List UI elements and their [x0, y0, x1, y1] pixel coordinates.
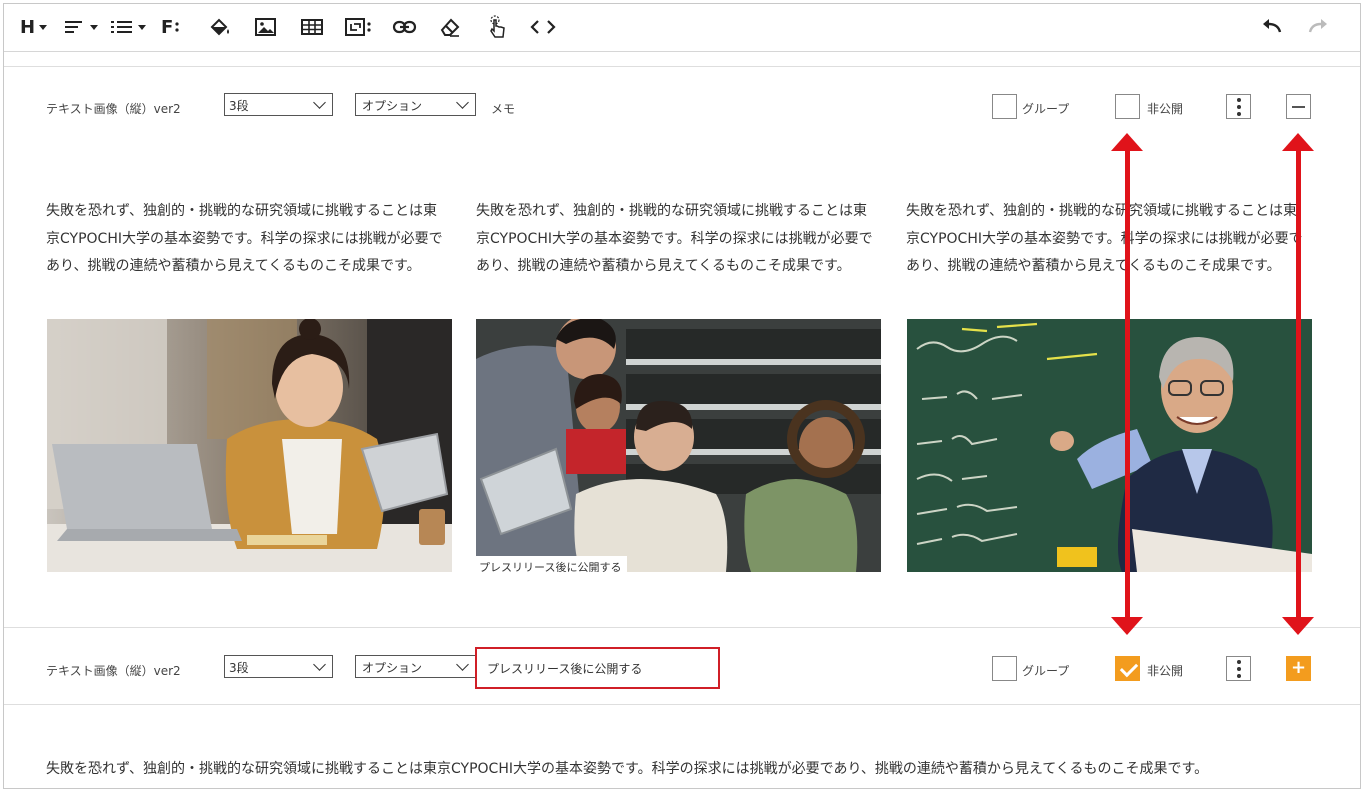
- touch-pointer-icon: [490, 15, 505, 38]
- undo-icon: [1263, 19, 1282, 33]
- font-icon: F: [161, 16, 174, 38]
- arrow-shaft: [1125, 149, 1130, 621]
- divider: [4, 704, 1360, 705]
- align-button[interactable]: [64, 14, 98, 40]
- chevron-down-icon: [138, 24, 146, 30]
- columns-select-value: 3段: [229, 661, 249, 675]
- option-select-value: オプション: [362, 661, 423, 675]
- column2-text: 失敗を恐れず、独創的・挑戦的な研究領域に挑戦することは東京CYPOCHI大学の基…: [476, 203, 873, 274]
- group-checkbox[interactable]: [992, 656, 1017, 681]
- more-vertical-icon: [175, 22, 179, 32]
- block-type-label: テキスト画像（縦）ver2: [46, 664, 181, 678]
- column3-image[interactable]: [907, 319, 1312, 572]
- option-select[interactable]: オプション: [355, 655, 476, 678]
- columns-select[interactable]: 3段: [224, 93, 333, 116]
- divider: [4, 627, 1360, 628]
- column3-text: 失敗を恐れず、独創的・挑戦的な研究領域に挑戦することは東京CYPOCHI大学の基…: [906, 203, 1303, 274]
- align-left-icon: [65, 21, 82, 33]
- redo-icon: [1308, 19, 1327, 33]
- group-label: グループ: [1022, 102, 1070, 116]
- arrow-down-icon: [1282, 617, 1314, 635]
- image-button[interactable]: [254, 14, 278, 40]
- touch-button[interactable]: [486, 14, 508, 40]
- divider: [4, 66, 1360, 67]
- dot-icon: [1236, 97, 1241, 102]
- redo-button[interactable]: [1306, 14, 1330, 40]
- link-button[interactable]: [392, 14, 418, 40]
- file-button[interactable]: [344, 14, 374, 40]
- column2-image[interactable]: プレスリリース後に公開する: [476, 319, 881, 572]
- chevron-down-icon: [313, 658, 326, 671]
- group-checkbox[interactable]: [992, 94, 1017, 119]
- arrow-shaft: [1296, 149, 1301, 621]
- link-icon: [392, 20, 417, 34]
- private-label: 非公開: [1147, 102, 1184, 116]
- column1-image[interactable]: [47, 319, 452, 572]
- chevron-down-icon: [456, 658, 469, 671]
- option-select[interactable]: オプション: [355, 93, 476, 116]
- block2-header: テキスト画像（縦）ver2 3段 オプション プレスリリース後に公開する グルー…: [4, 647, 1360, 693]
- group-label: グループ: [1022, 664, 1070, 678]
- block2-body-text: 失敗を恐れず、独創的・挑戦的な研究領域に挑戦することは東京CYPOCHI大学の基…: [46, 761, 1209, 777]
- chevron-down-icon: [456, 96, 469, 109]
- memo-input[interactable]: プレスリリース後に公開する: [475, 647, 720, 689]
- student-photo: [47, 319, 452, 572]
- private-label: 非公開: [1147, 664, 1184, 678]
- dot-icon: [1236, 104, 1241, 109]
- collapse-button[interactable]: [1286, 94, 1311, 119]
- eraser-icon: [440, 18, 460, 37]
- arrow-down-icon: [1111, 617, 1143, 635]
- list-button[interactable]: [110, 14, 146, 40]
- columns-select-value: 3段: [229, 99, 249, 113]
- chalkboard-photo: [907, 319, 1312, 572]
- private-checkbox[interactable]: [1115, 94, 1140, 119]
- heading-icon: H: [20, 16, 36, 38]
- code-button[interactable]: [530, 14, 556, 40]
- chevron-down-icon: [39, 24, 48, 30]
- table-icon: [301, 19, 323, 35]
- option-select-value: オプション: [362, 99, 423, 113]
- expand-button[interactable]: +: [1286, 656, 1311, 681]
- list-icon: [111, 21, 132, 33]
- file-embed-icon: [345, 18, 371, 36]
- dot-icon: [1236, 659, 1241, 664]
- editor-toolbar: H F: [4, 4, 1360, 52]
- fill-color-button[interactable]: [208, 14, 232, 40]
- columns-select[interactable]: 3段: [224, 655, 333, 678]
- chevron-down-icon: [313, 96, 326, 109]
- memo-label[interactable]: メモ: [491, 100, 515, 117]
- image-icon: [255, 18, 276, 36]
- dot-icon: [1236, 111, 1241, 116]
- undo-button[interactable]: [1260, 14, 1284, 40]
- image-caption: プレスリリース後に公開する: [476, 556, 628, 572]
- block-type-label: テキスト画像（縦）ver2: [46, 102, 181, 116]
- block1-header: テキスト画像（縦）ver2 3段 オプション メモ グループ 非公開: [4, 91, 1360, 131]
- lecture-hall-photo: [476, 319, 881, 572]
- more-options-button[interactable]: [1226, 656, 1251, 681]
- table-button[interactable]: [300, 14, 324, 40]
- paint-bucket-icon: [210, 18, 229, 36]
- more-options-button[interactable]: [1226, 94, 1251, 119]
- private-checkbox-checked[interactable]: [1115, 656, 1140, 681]
- dot-icon: [1236, 673, 1241, 678]
- column1-text: 失敗を恐れず、独創的・挑戦的な研究領域に挑戦することは東京CYPOCHI大学の基…: [46, 203, 443, 274]
- dot-icon: [1236, 666, 1241, 671]
- chevron-down-icon: [90, 24, 98, 30]
- font-button[interactable]: F: [161, 14, 181, 40]
- code-icon: [530, 20, 556, 34]
- eraser-button[interactable]: [438, 14, 462, 40]
- heading-button[interactable]: H: [20, 14, 48, 40]
- editor-window: H F テキスト画像（縦）ver2 3段 オプション メモ グループ 非公開 失…: [3, 3, 1361, 789]
